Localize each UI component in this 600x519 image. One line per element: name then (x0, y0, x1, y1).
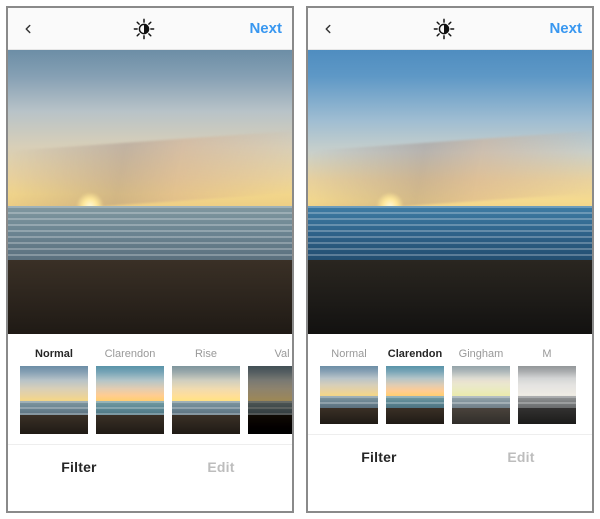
photo-sand (308, 260, 592, 334)
tab-edit[interactable]: Edit (450, 435, 592, 478)
filter-thumb (20, 366, 88, 434)
filter-label: Gingham (452, 348, 510, 360)
back-button[interactable] (318, 19, 338, 39)
filter-thumb (518, 366, 576, 424)
tab-filter[interactable]: Filter (8, 445, 150, 488)
filter-area: Normal Clarendon Rise Val (8, 334, 292, 511)
filter-strip[interactable]: Normal Clarendon Rise Val (8, 334, 292, 444)
filter-item-clarendon[interactable]: Clarendon (386, 348, 444, 424)
chevron-left-icon (21, 22, 35, 36)
tab-filter[interactable]: Filter (308, 435, 450, 478)
photo-preview[interactable] (8, 50, 292, 334)
filter-label: Clarendon (386, 348, 444, 360)
filter-thumb (172, 366, 240, 434)
header: Next (8, 8, 292, 50)
filter-thumb (96, 366, 164, 434)
filter-item-partial[interactable]: Val (248, 348, 292, 434)
tab-edit[interactable]: Edit (150, 445, 292, 488)
filter-area: Normal Clarendon Gingham M (308, 334, 592, 511)
filter-label: Clarendon (96, 348, 164, 360)
filter-strip[interactable]: Normal Clarendon Gingham M (308, 334, 592, 434)
filter-thumb (452, 366, 510, 424)
chevron-left-icon (321, 22, 335, 36)
header: Next (308, 8, 592, 50)
filter-item-clarendon[interactable]: Clarendon (96, 348, 164, 434)
bottom-tabs: Filter Edit (308, 434, 592, 478)
sun-contrast-icon (133, 18, 155, 40)
filter-thumb (320, 366, 378, 424)
filter-item-normal[interactable]: Normal (320, 348, 378, 424)
bottom-tabs: Filter Edit (8, 444, 292, 488)
back-button[interactable] (18, 19, 38, 39)
photo-preview[interactable] (308, 50, 592, 334)
next-button[interactable]: Next (249, 20, 282, 37)
next-button[interactable]: Next (549, 20, 582, 37)
photo-sand (8, 260, 292, 334)
sun-contrast-icon (433, 18, 455, 40)
filter-label: Rise (172, 348, 240, 360)
filter-item-gingham[interactable]: Gingham (452, 348, 510, 424)
filter-thumb (386, 366, 444, 424)
phone-screen-left: Next Normal Clarendon Rise (6, 6, 294, 513)
filter-label: M (518, 348, 576, 360)
filter-thumb (248, 366, 292, 434)
filter-label: Val (248, 348, 292, 360)
filter-label: Normal (320, 348, 378, 360)
filter-item-normal[interactable]: Normal (20, 348, 88, 434)
lux-button[interactable] (432, 17, 456, 41)
filter-item-rise[interactable]: Rise (172, 348, 240, 434)
filter-item-partial[interactable]: M (518, 348, 576, 424)
phone-screen-right: Next Normal Clarendon Gingham (306, 6, 594, 513)
lux-button[interactable] (132, 17, 156, 41)
filter-label: Normal (20, 348, 88, 360)
